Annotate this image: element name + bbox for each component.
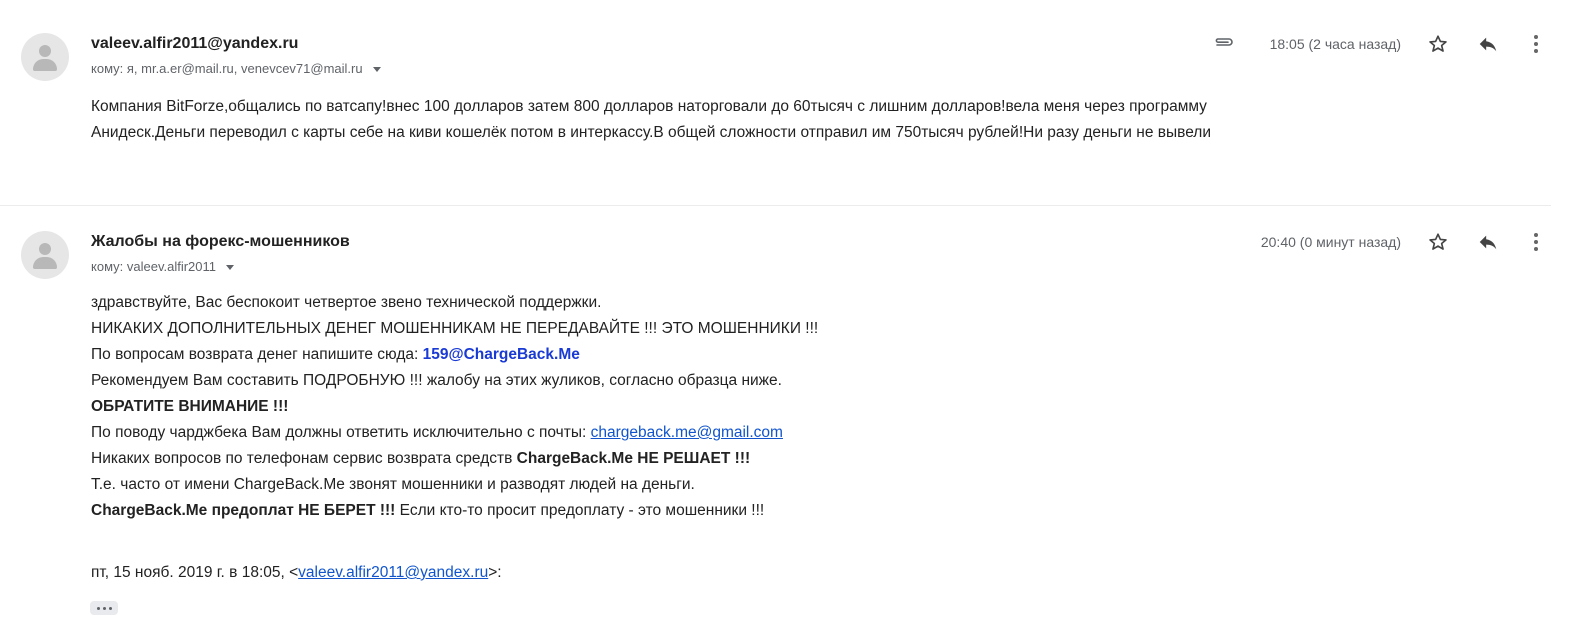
more-vertical-icon[interactable] (1523, 31, 1549, 57)
body-line: Анидеск.Деньги переводил с карты себе на… (91, 124, 1212, 141)
body-line: Компания BitForze,общались по ватсапу!вн… (91, 98, 1207, 115)
body-line: ОБРАТИТЕ ВНИМАНИЕ !!! (91, 398, 289, 415)
bold-text: ChargeBack.Me предоплат НЕ БЕРЕТ !!! (91, 502, 396, 519)
reply-icon[interactable] (1475, 31, 1501, 57)
sender-name[interactable]: Жалобы на форекс-мошенников (91, 233, 350, 251)
body-text: Если кто-то просит предоплату - это моше… (395, 502, 765, 519)
email-link[interactable]: chargeback.me@gmail.com (591, 424, 783, 441)
body-line: По вопросам возврата денег напишите сюда… (91, 342, 818, 368)
more-vertical-icon[interactable] (1523, 229, 1549, 255)
body-line: Т.е. часто от имени ChargeBack.Me звонят… (91, 476, 695, 493)
message-divider (0, 205, 1551, 206)
body-text: Никаких вопросов по телефонам сервис воз… (91, 450, 517, 467)
quote-suffix: >: (488, 564, 502, 581)
recipients-text: кому: valeev.alfir2011 (91, 259, 216, 274)
star-icon[interactable] (1425, 31, 1451, 57)
body-line: Никаких вопросов по телефонам сервис воз… (91, 446, 818, 472)
attachment-icon (1212, 33, 1236, 54)
recipients-text: кому: я, mr.a.er@mail.ru, venevcev71@mai… (91, 61, 363, 76)
message-time: 20:40 (0 минут назад) (1260, 234, 1401, 250)
body-line: Рекомендуем Вам составить ПОДРОБНУЮ !!! … (91, 372, 782, 389)
reply-icon[interactable] (1475, 229, 1501, 255)
quote-header: пт, 15 нояб. 2019 г. в 18:05, <valeev.al… (91, 560, 502, 586)
body-text: По поводу чарджбека Вам должны ответить … (91, 424, 591, 441)
ellipsis-icon[interactable] (90, 601, 118, 615)
message-time: 18:05 (2 часа назад) (1269, 36, 1401, 52)
chevron-down-icon[interactable] (226, 265, 234, 271)
body-line: ChargeBack.Me предоплат НЕ БЕРЕТ !!! Есл… (91, 498, 818, 524)
sender-name[interactable]: valeev.alfir2011@yandex.ru (91, 35, 298, 53)
body-line: По поводу чарджбека Вам должны ответить … (91, 420, 818, 446)
recipients-line[interactable]: кому: я, mr.a.er@mail.ru, venevcev71@mai… (91, 61, 381, 76)
bold-text: ChargeBack.Me НЕ РЕШАЕТ !!! (516, 450, 751, 467)
email-link[interactable]: valeev.alfir2011@yandex.ru (298, 564, 488, 581)
avatar-icon[interactable] (21, 33, 69, 81)
avatar-icon[interactable] (21, 231, 69, 279)
message-body: здравствуйте, Вас беспокоит четвертое зв… (91, 290, 818, 524)
email-link[interactable]: 159@ChargeBack.Me (423, 346, 580, 363)
recipients-line[interactable]: кому: valeev.alfir2011 (91, 259, 234, 274)
message-body: Компания BitForze,общались по ватсапу!вн… (91, 94, 1211, 146)
star-icon[interactable] (1425, 229, 1451, 255)
body-text: По вопросам возврата денег напишите сюда… (91, 346, 423, 363)
body-line: НИКАКИХ ДОПОЛНИТЕЛЬНЫХ ДЕНЕГ МОШЕННИКАМ … (91, 320, 819, 337)
quote-prefix: пт, 15 нояб. 2019 г. в 18:05, < (91, 564, 299, 581)
chevron-down-icon[interactable] (372, 67, 381, 73)
body-line: здравствуйте, Вас беспокоит четвертое зв… (91, 294, 602, 311)
